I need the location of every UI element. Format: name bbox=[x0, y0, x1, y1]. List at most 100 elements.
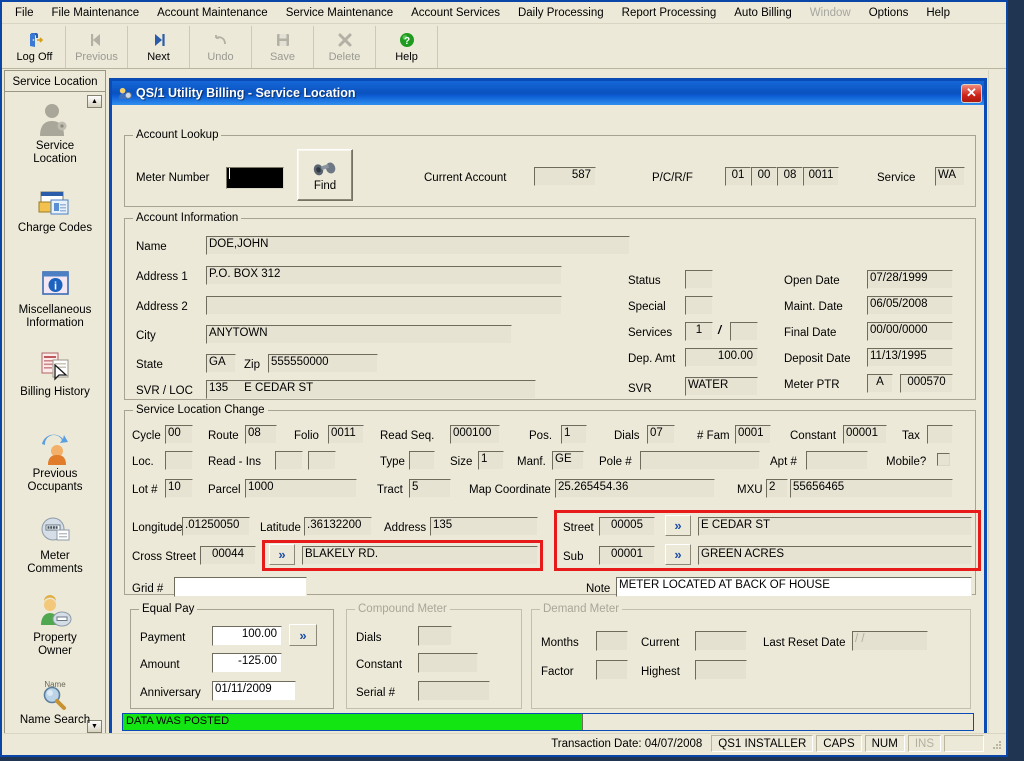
cross-street-name-input[interactable]: BLAKELY RD. bbox=[302, 546, 538, 565]
find-button[interactable]: Find bbox=[297, 149, 353, 201]
constant-input[interactable]: 00001 bbox=[843, 425, 887, 444]
menu-item-daily-processing[interactable]: Daily Processing bbox=[509, 4, 613, 22]
menu-item-service-maintenance[interactable]: Service Maintenance bbox=[277, 4, 402, 22]
folio-input[interactable]: 0011 bbox=[328, 425, 364, 444]
note-input[interactable]: METER LOCATED AT BACK OF HOUSE bbox=[616, 577, 972, 597]
menu-item-file-maintenance[interactable]: File Maintenance bbox=[43, 4, 149, 22]
menu-item-report-processing[interactable]: Report Processing bbox=[613, 4, 726, 22]
city-input[interactable]: ANYTOWN bbox=[206, 325, 512, 344]
final-date-input[interactable]: 00/00/0000 bbox=[867, 322, 953, 341]
manf-input[interactable]: GE bbox=[552, 451, 584, 470]
sidebar-item-name-search[interactable]: Name Name Search bbox=[5, 672, 105, 727]
read-ins-input-2[interactable] bbox=[308, 451, 336, 470]
current-account-value[interactable]: 587 bbox=[534, 167, 596, 186]
mdi-vertical-scrollbar[interactable] bbox=[988, 70, 1004, 738]
sub-name-input[interactable]: GREEN ACRES bbox=[698, 546, 972, 565]
read-seq-input[interactable]: 000100 bbox=[450, 425, 500, 444]
sidebar-item-billing-history[interactable]: Billing History bbox=[5, 344, 105, 399]
zip-input[interactable]: 555550000 bbox=[268, 354, 378, 373]
read-ins-input-1[interactable] bbox=[275, 451, 303, 470]
toolbar-button-help[interactable]: ? Help bbox=[376, 26, 438, 68]
resize-grip-icon[interactable] bbox=[988, 736, 1004, 752]
longitude-input[interactable]: .01250050 bbox=[182, 517, 250, 536]
lot-input[interactable]: 10 bbox=[165, 479, 193, 498]
last-reset-date-input[interactable]: / / bbox=[852, 631, 928, 651]
services-input-1[interactable]: 1 bbox=[685, 322, 713, 341]
amount-input[interactable]: -125.00 bbox=[212, 653, 282, 673]
state-input[interactable]: GA bbox=[206, 354, 236, 373]
payment-input[interactable]: 100.00 bbox=[212, 626, 282, 646]
menu-item-auto-billing[interactable]: Auto Billing bbox=[725, 4, 801, 22]
cross-street-code-input[interactable]: 00044 bbox=[200, 546, 256, 565]
mobile-checkbox[interactable] bbox=[937, 453, 950, 466]
status-input[interactable] bbox=[685, 270, 713, 289]
toolbar-button-log-off[interactable]: Log Off bbox=[4, 26, 66, 68]
menu-item-account-maintenance[interactable]: Account Maintenance bbox=[148, 4, 277, 22]
tax-input[interactable] bbox=[927, 425, 953, 444]
menu-item-account-services[interactable]: Account Services bbox=[402, 4, 509, 22]
meter-ptr-number[interactable]: 000570 bbox=[900, 374, 953, 393]
demand-factor-input[interactable] bbox=[596, 660, 628, 680]
services-input-2[interactable] bbox=[730, 322, 758, 341]
sidebar-item-property-owner[interactable]: Property Owner bbox=[5, 590, 105, 658]
route-input[interactable]: 08 bbox=[245, 425, 277, 444]
address1-input[interactable]: P.O. BOX 312 bbox=[206, 266, 562, 285]
cross-street-lookup-chevron-icon[interactable]: » bbox=[269, 544, 295, 565]
menu-item-file[interactable]: File bbox=[6, 4, 43, 22]
anniversary-input[interactable]: 01/11/2009 bbox=[212, 681, 296, 701]
sidebar-item-meter-comments[interactable]: Meter Comments bbox=[5, 508, 105, 576]
toolbar-button-next[interactable]: Next bbox=[128, 26, 190, 68]
deposit-date-input[interactable]: 11/13/1995 bbox=[867, 348, 953, 367]
service-value[interactable]: WA bbox=[935, 167, 965, 186]
latitude-input[interactable]: .36132200 bbox=[304, 517, 372, 536]
demand-current-input[interactable] bbox=[695, 631, 747, 651]
street-code-input[interactable]: 00005 bbox=[599, 517, 655, 536]
close-icon[interactable]: ✕ bbox=[961, 83, 982, 103]
compound-serial-input[interactable] bbox=[418, 681, 490, 701]
demand-months-input[interactable] bbox=[596, 631, 628, 651]
meter-number-input[interactable] bbox=[226, 167, 284, 189]
pcrf-field-2[interactable]: 00 bbox=[751, 167, 777, 186]
street-lookup-chevron-icon[interactable]: » bbox=[665, 515, 691, 536]
mxu-input-2[interactable]: 55656465 bbox=[790, 479, 953, 498]
dep-amt-input[interactable]: 100.00 bbox=[685, 348, 758, 367]
address-input[interactable]: 135 bbox=[430, 517, 538, 536]
sidebar-item-previous-occupants[interactable]: Previous Occupants bbox=[5, 426, 105, 494]
loc-input[interactable] bbox=[165, 451, 193, 470]
sidebar-item-charge-codes[interactable]: Charge Codes bbox=[5, 180, 105, 235]
map-coordinate-input[interactable]: 25.265454.36 bbox=[555, 479, 715, 498]
dialog-title-bar[interactable]: QS/1 Utility Billing - Service Location … bbox=[112, 81, 984, 105]
size-input[interactable]: 1 bbox=[478, 451, 504, 470]
compound-dials-input[interactable] bbox=[418, 626, 452, 646]
special-input[interactable] bbox=[685, 296, 713, 315]
maint-date-input[interactable]: 06/05/2008 bbox=[867, 296, 953, 315]
compound-constant-input[interactable] bbox=[418, 653, 478, 673]
street-name-input[interactable]: E CEDAR ST bbox=[698, 517, 972, 536]
pos-input[interactable]: 1 bbox=[561, 425, 587, 444]
demand-highest-input[interactable] bbox=[695, 660, 747, 680]
menu-item-options[interactable]: Options bbox=[860, 4, 918, 22]
grid-input[interactable] bbox=[174, 577, 307, 597]
pcrf-field-1[interactable]: 01 bbox=[725, 167, 751, 186]
name-input[interactable]: DOE,JOHN bbox=[206, 236, 630, 255]
apt-input[interactable] bbox=[806, 451, 868, 470]
sidebar-item-miscellaneous-information[interactable]: i Miscellaneous Information bbox=[5, 262, 105, 330]
fam-input[interactable]: 0001 bbox=[735, 425, 771, 444]
pcrf-field-3[interactable]: 08 bbox=[777, 167, 803, 186]
sidebar-tab-service-location[interactable]: Service Location bbox=[4, 70, 106, 92]
parcel-input[interactable]: 1000 bbox=[245, 479, 357, 498]
dials-input[interactable]: 07 bbox=[647, 425, 675, 444]
svr-loc-input[interactable]: 135 E CEDAR ST bbox=[206, 380, 536, 399]
meter-ptr-letter[interactable]: A bbox=[867, 374, 893, 393]
sub-lookup-chevron-icon[interactable]: » bbox=[665, 544, 691, 565]
cycle-input[interactable]: 00 bbox=[165, 425, 193, 444]
svr-input[interactable]: WATER bbox=[685, 377, 758, 396]
pcrf-field-4[interactable]: 0011 bbox=[803, 167, 839, 186]
open-date-input[interactable]: 07/28/1999 bbox=[867, 270, 953, 289]
tract-input[interactable]: 5 bbox=[409, 479, 451, 498]
mxu-input-1[interactable]: 2 bbox=[766, 479, 788, 498]
sub-code-input[interactable]: 00001 bbox=[599, 546, 655, 565]
pole-input[interactable] bbox=[640, 451, 760, 470]
address2-input[interactable] bbox=[206, 296, 562, 315]
payment-lookup-chevron-icon[interactable]: » bbox=[289, 624, 317, 646]
